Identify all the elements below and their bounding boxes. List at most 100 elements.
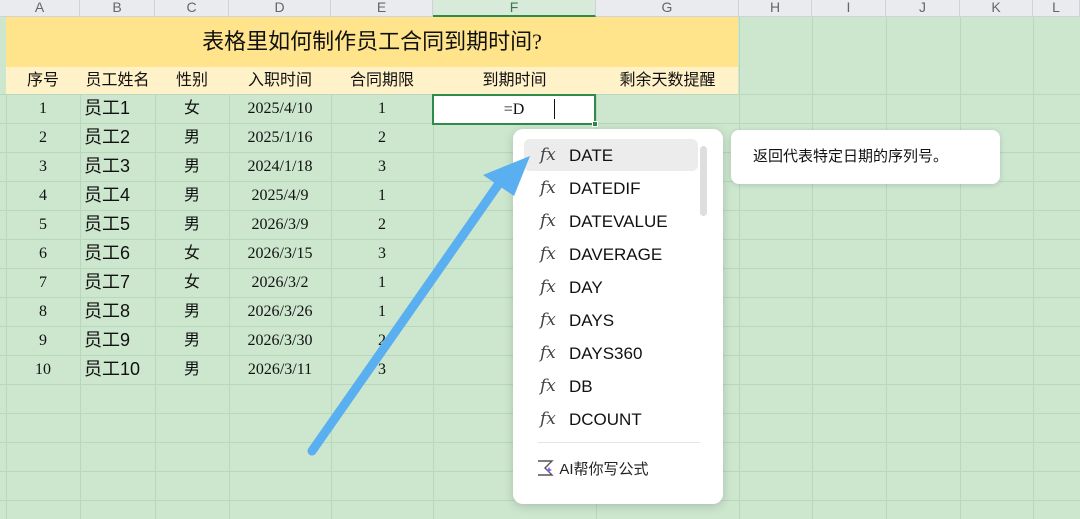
column-header-d[interactable]: D [229,0,331,17]
header-days-remaining[interactable]: 剩余天数提醒 [596,67,739,94]
function-fx-icon: fx [540,409,556,429]
function-item-dcount[interactable]: fx DCOUNT [540,403,698,436]
cell-date[interactable]: 2025/1/16 [229,123,331,152]
cell-gender[interactable]: 男 [155,297,229,326]
cell-date[interactable]: 2026/3/2 [229,268,331,297]
column-header-h[interactable]: H [739,0,812,17]
cell-date[interactable]: 2026/3/9 [229,210,331,239]
cell-name[interactable]: 员工9 [80,326,155,355]
cell-name[interactable]: 员工10 [80,355,155,384]
function-name: DATEVALUE [569,212,668,231]
header-gender[interactable]: 性别 [155,67,229,94]
cell-name[interactable]: 员工4 [80,181,155,210]
ai-formula-button[interactable]: AI帮你写公式 [536,459,686,481]
ai-formula-label: AI帮你写公式 [559,461,649,478]
header-expiry-date[interactable]: 到期时间 [433,67,596,94]
cell-date[interactable]: 2026/3/26 [229,297,331,326]
cell-term[interactable]: 3 [331,152,433,181]
function-item-day[interactable]: fx DAY [540,271,698,304]
cell-term[interactable]: 3 [331,355,433,384]
function-item-datedif[interactable]: fx DATEDIF [540,172,698,205]
function-name: DAY [569,278,603,297]
function-name: DCOUNT [569,410,642,429]
cell-no[interactable]: 4 [6,181,80,210]
cell-name[interactable]: 员工1 [80,94,155,123]
function-fx-icon: fx [540,310,556,330]
cell-term[interactable]: 1 [331,181,433,210]
cell-gender[interactable]: 女 [155,239,229,268]
cell-date[interactable]: 2025/4/10 [229,94,331,123]
cell-gender[interactable]: 男 [155,123,229,152]
column-header-f[interactable]: F [433,0,596,17]
function-fx-icon: fx [540,244,556,264]
function-item-db[interactable]: fx DB [540,370,698,403]
cell-gender[interactable]: 男 [155,326,229,355]
cell-no[interactable]: 3 [6,152,80,181]
cell-no[interactable]: 8 [6,297,80,326]
cell-no[interactable]: 5 [6,210,80,239]
sheet-title[interactable]: 表格里如何制作员工合同到期时间? [6,17,738,67]
fill-handle[interactable] [592,121,598,127]
cell-gender[interactable]: 男 [155,355,229,384]
cell-name[interactable]: 员工7 [80,268,155,297]
cell-gender[interactable]: 男 [155,152,229,181]
function-name: DAYS360 [569,344,643,363]
cell-date[interactable]: 2026/3/11 [229,355,331,384]
cell-name[interactable]: 员工8 [80,297,155,326]
function-item-daverage[interactable]: fx DAVERAGE [540,238,698,271]
cell-term[interactable]: 2 [331,123,433,152]
function-fx-icon: fx [540,178,556,198]
cell-no[interactable]: 1 [6,94,80,123]
column-header-i[interactable]: I [812,0,886,17]
cell-gender[interactable]: 女 [155,268,229,297]
cell-term[interactable]: 1 [331,297,433,326]
function-item-days[interactable]: fx DAYS [540,304,698,337]
cell-name[interactable]: 员工6 [80,239,155,268]
function-name: DAVERAGE [569,245,663,264]
header-start-date[interactable]: 入职时间 [229,67,331,94]
cell-date[interactable]: 2025/4/9 [229,181,331,210]
cell-no[interactable]: 2 [6,123,80,152]
function-item-datevalue[interactable]: fx DATEVALUE [540,205,698,238]
header-contract-term[interactable]: 合同期限 [331,67,433,94]
cell-name[interactable]: 员工5 [80,210,155,239]
text-caret [554,99,555,119]
cell-term[interactable]: 1 [331,94,433,123]
header-name[interactable]: 员工姓名 [80,67,155,94]
cell-no[interactable]: 10 [6,355,80,384]
column-header-g[interactable]: G [596,0,739,17]
cell-date[interactable]: 2024/1/18 [229,152,331,181]
column-header-k[interactable]: K [960,0,1033,17]
header-no[interactable]: 序号 [6,67,80,94]
ai-sparkle-icon [538,460,554,476]
column-header-j[interactable]: J [886,0,960,17]
column-header-b[interactable]: B [80,0,155,17]
cell-term[interactable]: 2 [331,210,433,239]
popup-scrollbar[interactable] [700,146,707,216]
column-header-a[interactable]: A [0,0,80,17]
cell-no[interactable]: 9 [6,326,80,355]
function-item-date[interactable]: fx DATE [540,139,698,172]
cell-name[interactable]: 员工2 [80,123,155,152]
function-fx-icon: fx [540,376,556,396]
cell-term[interactable]: 3 [331,239,433,268]
function-fx-icon: fx [540,145,556,165]
cell-gender[interactable]: 女 [155,94,229,123]
column-header-c[interactable]: C [155,0,229,17]
cell-date[interactable]: 2026/3/30 [229,326,331,355]
cell-no[interactable]: 6 [6,239,80,268]
function-name: DAYS [569,311,615,330]
cell-term[interactable]: 1 [331,268,433,297]
active-cell-formula[interactable]: =D [432,94,596,125]
cell-name[interactable]: 员工3 [80,152,155,181]
function-fx-icon: fx [540,343,556,363]
column-header-e[interactable]: E [331,0,433,17]
column-header-l[interactable]: L [1033,0,1080,17]
function-name: DATEDIF [569,179,641,198]
cell-no[interactable]: 7 [6,268,80,297]
cell-term[interactable]: 2 [331,326,433,355]
cell-gender[interactable]: 男 [155,181,229,210]
cell-gender[interactable]: 男 [155,210,229,239]
function-item-days360[interactable]: fx DAYS360 [540,337,698,370]
cell-date[interactable]: 2026/3/15 [229,239,331,268]
